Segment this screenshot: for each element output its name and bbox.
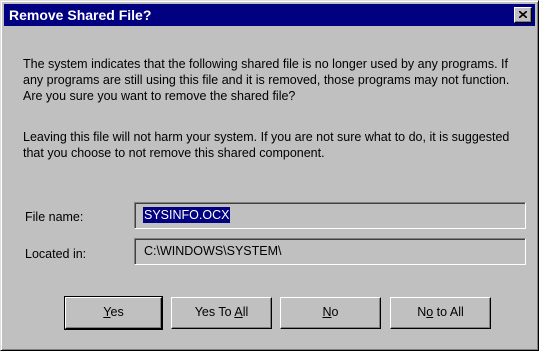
dialog-title: Remove Shared File?: [9, 7, 152, 23]
no-to-all-button[interactable]: No to All: [390, 297, 491, 329]
message-paragraph-1: The system indicates that the following …: [23, 57, 510, 103]
close-button[interactable]: [514, 7, 532, 23]
yes-to-all-button[interactable]: Yes To All: [171, 297, 272, 329]
file-name-field[interactable]: SYSINFO.OCX: [134, 202, 526, 229]
located-in-value: C:\WINDOWS\SYSTEM\: [144, 244, 282, 258]
no-label-post: o: [331, 305, 339, 319]
no-button[interactable]: No: [280, 297, 381, 329]
title-bar[interactable]: Remove Shared File?: [4, 4, 535, 26]
no-to-all-label-post: to All: [433, 305, 464, 319]
remove-shared-file-dialog: Remove Shared File? The system indicates…: [0, 0, 539, 351]
yes-accelerator: Y: [103, 305, 111, 319]
file-name-value[interactable]: SYSINFO.OCX: [141, 206, 232, 224]
located-in-label: Located in:: [25, 247, 87, 261]
located-in-field[interactable]: C:\WINDOWS\SYSTEM\: [134, 238, 526, 265]
yes-label-post: es: [110, 305, 124, 319]
no-to-all-label-pre: N: [417, 305, 427, 319]
no-accelerator: N: [322, 305, 332, 319]
yes-to-all-label-post: ll: [242, 305, 249, 319]
close-icon: [519, 11, 527, 18]
yes-to-all-accelerator: A: [234, 305, 243, 319]
file-name-label: File name:: [25, 210, 84, 224]
message-paragraph-2: Leaving this file will not harm your sys…: [23, 130, 510, 160]
yes-button[interactable]: Yes: [64, 296, 163, 330]
yes-to-all-label-pre: Yes To: [194, 305, 235, 319]
